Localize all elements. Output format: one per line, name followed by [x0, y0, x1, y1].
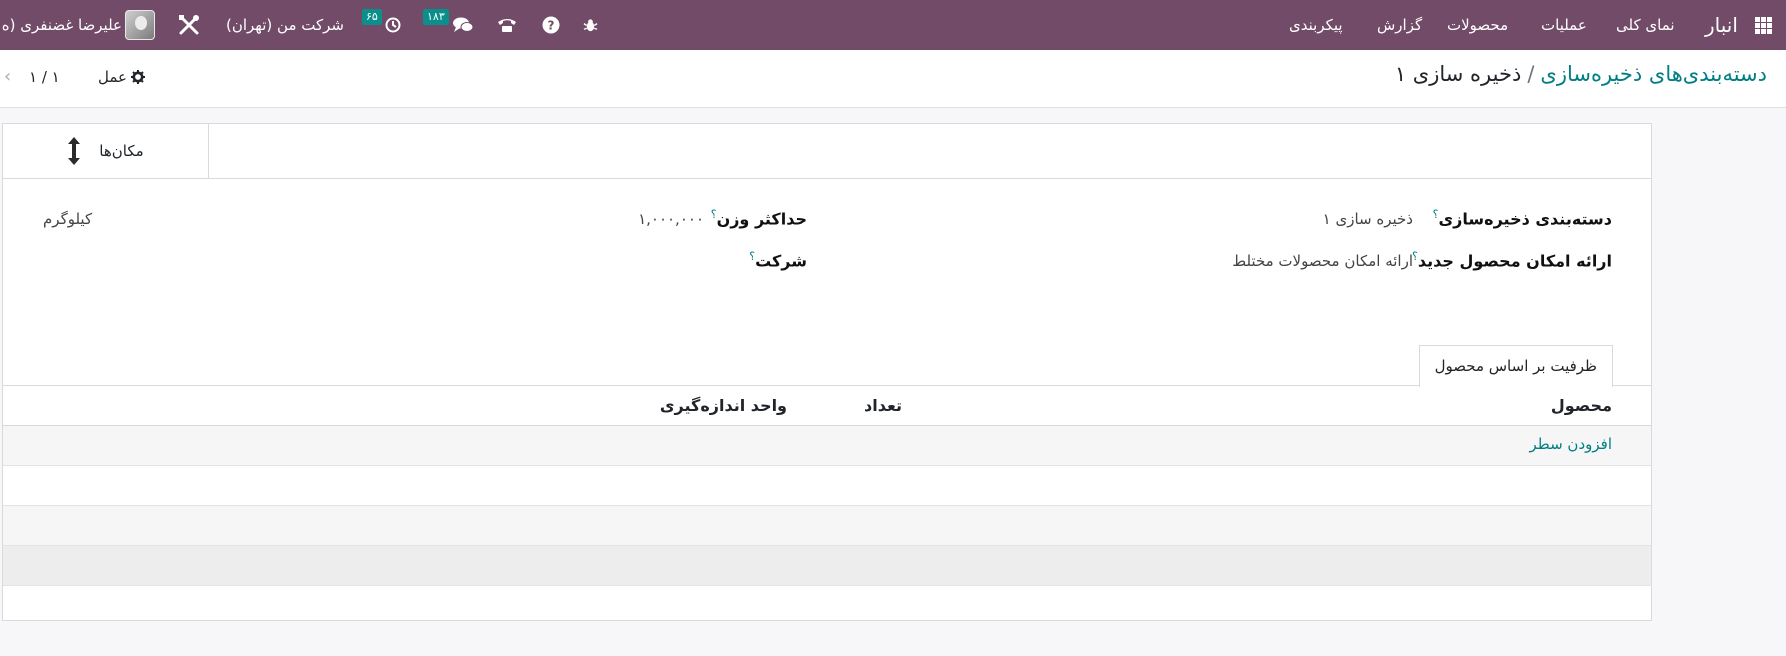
column-header-uom[interactable]: واحد اندازه‌گیری	[660, 396, 787, 415]
clock-icon	[385, 17, 401, 33]
locations-smart-button-label: مکان‌ها	[99, 142, 144, 160]
smart-button-box: مکان‌ها	[3, 124, 1651, 179]
chat-icon	[453, 17, 474, 32]
tools-icon	[179, 15, 199, 35]
help-icon: ?	[542, 16, 560, 34]
menu-configuration[interactable]: پیکربندی	[1289, 0, 1343, 50]
arrows-vertical-icon	[68, 137, 81, 165]
settings-tools-button[interactable]	[178, 0, 200, 50]
tab-capacity-by-product[interactable]: ظرفیت بر اساس محصول	[1418, 345, 1613, 387]
table-row	[3, 546, 1651, 586]
allow-new-product-label: ارائه امکان محصول جدید؟	[1412, 250, 1612, 271]
company-switcher[interactable]: شرکت من (تهران)	[226, 0, 344, 50]
phone-button[interactable]	[497, 0, 517, 50]
breadcrumb-separator: /	[1527, 62, 1535, 86]
storage-category-label: دسته‌بندی ذخیره‌سازی؟	[1432, 208, 1612, 229]
breadcrumb-parent-link[interactable]: دسته‌بندی‌های ذخیره‌سازی	[1540, 62, 1767, 86]
menu-reporting[interactable]: گزارش	[1377, 0, 1422, 50]
table-row: افزودن سطر	[3, 426, 1651, 466]
messages-badge: ۱۸۳	[423, 9, 449, 25]
table-row	[3, 506, 1651, 546]
pager-previous-icon[interactable]: ‹	[4, 66, 11, 87]
top-navbar: انبار نمای کلی عملیات محصولات گزارش پیکر…	[0, 0, 1786, 50]
breadcrumb: دسته‌بندی‌های ذخیره‌سازی/ذخیره سازی ۱	[1395, 62, 1767, 86]
capacity-table: محصول تعداد واحد اندازه‌گیری افزودن سطر	[3, 386, 1651, 586]
notebook-tabs: ظرفیت بر اساس محصول	[3, 345, 1651, 387]
user-menu-avatar[interactable]	[125, 0, 155, 50]
avatar	[125, 10, 155, 40]
phone-icon	[498, 19, 516, 32]
apps-menu-button[interactable]	[1755, 0, 1772, 50]
help-button[interactable]: ?	[542, 0, 560, 50]
max-weight-unit: کیلوگرم	[43, 210, 93, 228]
form-sheet: مکان‌ها دسته‌بندی ذخیره‌سازی؟ ذخیره سازی…	[2, 123, 1652, 621]
column-header-quantity[interactable]: تعداد	[864, 396, 902, 415]
svg-text:?: ?	[548, 19, 555, 33]
menu-overview[interactable]: نمای کلی	[1616, 0, 1675, 50]
table-header: محصول تعداد واحد اندازه‌گیری	[3, 386, 1651, 426]
max-weight-label: حداکثر وزن؟	[710, 208, 807, 229]
allow-new-product-value[interactable]: ارائه امکان محصولات مختلط	[1232, 252, 1413, 270]
control-panel: دسته‌بندی‌های ذخیره‌سازی/ذخیره سازی ۱ عم…	[0, 50, 1786, 108]
app-name[interactable]: انبار	[1705, 0, 1738, 50]
debug-button[interactable]	[583, 0, 598, 50]
column-header-product[interactable]: محصول	[1551, 396, 1612, 415]
max-weight-value[interactable]: ۱,۰۰۰,۰۰۰	[638, 210, 704, 228]
pager-value[interactable]: ۱ / ۱	[29, 68, 60, 86]
gear-icon	[130, 70, 145, 84]
company-label: شرکت؟	[749, 250, 807, 271]
storage-category-value[interactable]: ذخیره سازی ۱	[1323, 210, 1413, 228]
apps-icon	[1755, 16, 1772, 34]
menu-operations[interactable]: عملیات	[1541, 0, 1587, 50]
breadcrumb-current: ذخیره سازی ۱	[1394, 62, 1522, 86]
action-menu-button[interactable]: عمل	[98, 68, 145, 86]
user-menu-name[interactable]: علیرضا غضنفری (ه	[0, 0, 122, 50]
locations-smart-button[interactable]: مکان‌ها	[3, 124, 209, 178]
action-menu-label: عمل	[98, 68, 127, 86]
activities-button[interactable]	[385, 0, 401, 50]
add-line-link[interactable]: افزودن سطر	[1530, 435, 1612, 453]
bug-icon	[583, 18, 598, 31]
activities-badge: ۶۵	[362, 9, 382, 25]
messages-button[interactable]	[452, 0, 474, 50]
menu-products[interactable]: محصولات	[1447, 0, 1508, 50]
table-row	[3, 466, 1651, 506]
